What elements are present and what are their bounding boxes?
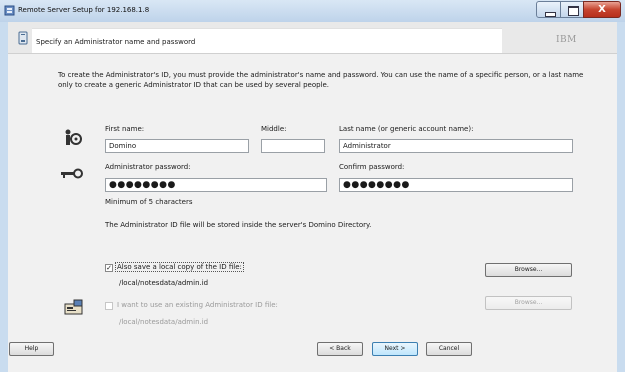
local-copy-browse-button[interactable]: Browse... xyxy=(485,263,572,277)
admin-password-label: Administrator password: xyxy=(105,163,191,171)
middle-name-label: Middle: xyxy=(261,125,287,133)
ibm-logo: IBM xyxy=(556,35,577,45)
back-button[interactable]: < Back xyxy=(317,342,363,356)
document-icon xyxy=(18,31,28,45)
id-card-icon xyxy=(64,299,83,315)
close-icon: X xyxy=(598,4,606,15)
middle-name-field[interactable] xyxy=(261,139,325,153)
first-name-field[interactable]: Domino xyxy=(105,139,249,153)
confirm-password-field[interactable]: ●●●●●●●● xyxy=(339,178,573,192)
maximize-icon xyxy=(568,6,579,16)
existing-id-browse-button[interactable]: Browse... xyxy=(485,296,572,310)
page-heading: Specify an Administrator name and passwo… xyxy=(36,38,196,46)
key-icon xyxy=(61,168,83,179)
intro-text: To create the Administrator's ID, you mu… xyxy=(58,71,584,89)
server-setup-icon xyxy=(4,5,15,16)
first-name-label: First name: xyxy=(105,125,145,133)
existing-id-checkbox[interactable] xyxy=(105,302,113,310)
maximize-button[interactable] xyxy=(560,1,584,18)
setup-window: Remote Server Setup for 192.168.1.8 X Sp… xyxy=(0,0,625,372)
window-title: Remote Server Setup for 192.168.1.8 xyxy=(18,6,150,14)
existing-id-label[interactable]: I want to use an existing Administrator … xyxy=(117,301,278,309)
id-storage-note: The Administrator ID file will be stored… xyxy=(105,221,372,229)
admin-password-field[interactable]: ●●●●●●●● xyxy=(105,178,327,192)
next-button[interactable]: Next > xyxy=(372,342,418,356)
minimize-icon xyxy=(545,12,556,17)
password-hint: Minimum of 5 characters xyxy=(105,198,193,206)
header-divider xyxy=(8,53,617,54)
last-name-label: Last name (or generic account name): xyxy=(339,125,474,133)
person-icon xyxy=(65,129,82,145)
title-bar[interactable]: Remote Server Setup for 192.168.1.8 X xyxy=(0,0,625,22)
minimize-button[interactable] xyxy=(536,1,561,18)
local-copy-path: /local/notesdata/admin.id xyxy=(119,279,209,287)
help-button[interactable]: Help xyxy=(9,342,54,356)
check-icon: ✓ xyxy=(106,264,112,272)
header-band: Specify an Administrator name and passwo… xyxy=(8,22,617,54)
confirm-password-label: Confirm password: xyxy=(339,163,405,171)
local-copy-checkbox[interactable]: ✓ xyxy=(105,264,113,272)
cancel-button[interactable]: Cancel xyxy=(426,342,472,356)
local-copy-label[interactable]: Also save a local copy of the ID file: xyxy=(115,262,244,272)
wizard-footer: Help < Back Next > Cancel xyxy=(8,342,617,372)
existing-id-path: /local/notesdata/admin.id xyxy=(119,318,209,326)
wizard-content: Specify an Administrator name and passwo… xyxy=(8,22,617,342)
last-name-field[interactable]: Administrator xyxy=(339,139,573,153)
close-button[interactable]: X xyxy=(583,1,621,18)
